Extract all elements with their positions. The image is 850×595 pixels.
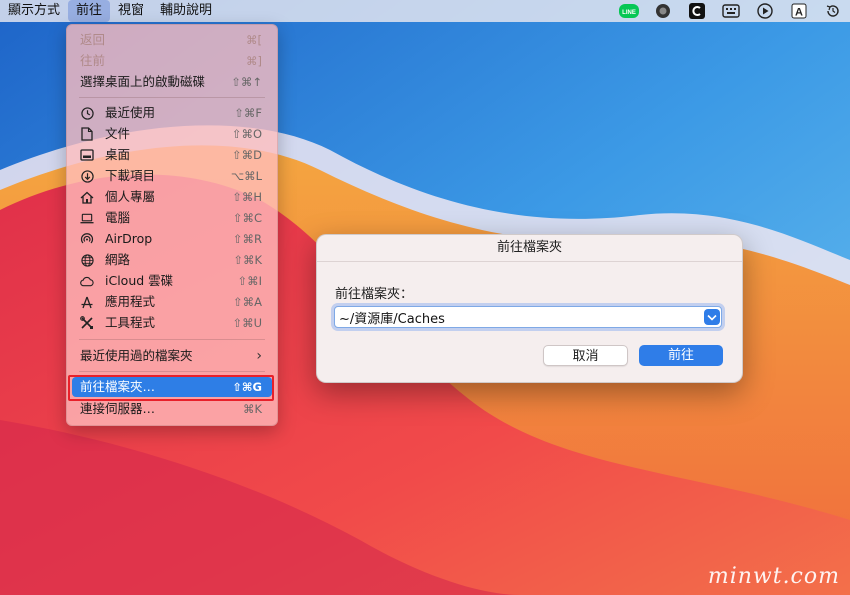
menu-item-computer[interactable]: 電腦 ⇧⌘C [72,208,272,228]
go-button[interactable]: 前往 [639,345,723,366]
menu-item-recent-folders[interactable]: 最近使用過的檔案夾 › [72,346,272,366]
menu-item-startup-disk[interactable]: 選擇桌面上的啟動磁碟 ⇧⌘↑ [72,72,272,92]
svg-text:A: A [795,7,803,19]
download-icon [80,169,94,183]
laptop-icon [80,211,94,225]
watermark: minwt.com [707,564,840,589]
menu-separator [79,97,265,98]
submenu-chevron-icon: › [256,348,262,364]
menu-item-applications[interactable]: 應用程式 ⇧⌘A [72,292,272,312]
globe-icon [80,253,94,267]
menubar-item-help[interactable]: 輔助說明 [152,0,220,22]
menubar-item-view[interactable]: 顯示方式 [0,0,68,22]
chevron-down-icon [707,314,717,321]
utilities-icon [80,316,94,330]
input-method-icon[interactable]: A [782,0,816,22]
desktop-icon [80,148,94,162]
menu-item-forward[interactable]: 往前 ⌘] [72,51,272,71]
document-icon [80,127,94,141]
cancel-button[interactable]: 取消 [543,345,628,366]
record-icon[interactable] [646,0,680,22]
annotation-highlight-box [68,375,274,401]
menu-item-downloads[interactable]: 下載項目 ⌥⌘L [72,166,272,186]
menu-bar: 顯示方式 前往 視窗 輔助說明 LINE A [0,0,850,22]
folder-path-input[interactable] [334,306,722,328]
keyboard-icon[interactable] [714,0,748,22]
home-icon [80,190,94,204]
menu-separator [79,339,265,340]
clipboard-app-icon[interactable] [680,0,714,22]
status-tray: LINE A [612,0,850,22]
menu-item-connect-server[interactable]: 連接伺服器… ⌘K [72,399,272,419]
go-menu-dropdown: 返回 ⌘[ 往前 ⌘] 選擇桌面上的啟動磁碟 ⇧⌘↑ 最近使用 ⇧⌘F 文件 ⇧… [66,24,278,426]
menu-item-airdrop[interactable]: AirDrop ⇧⌘R [72,229,272,249]
menu-item-network[interactable]: 網路 ⇧⌘K [72,250,272,270]
menu-item-icloud-drive[interactable]: iCloud 雲碟 ⇧⌘I [72,271,272,291]
menu-item-documents[interactable]: 文件 ⇧⌘O [72,124,272,144]
clock-icon [80,106,94,120]
menu-item-utilities[interactable]: 工具程式 ⇧⌘U [72,313,272,333]
airdrop-icon [80,232,94,246]
menu-item-recents[interactable]: 最近使用 ⇧⌘F [72,103,272,123]
menu-item-desktop[interactable]: 桌面 ⇧⌘D [72,145,272,165]
cloud-icon [80,274,94,288]
menu-item-home[interactable]: 個人專屬 ⇧⌘H [72,187,272,207]
menubar-item-window[interactable]: 視窗 [110,0,152,22]
dialog-label: 前往檔案夾： [335,287,414,302]
svg-text:LINE: LINE [622,10,636,16]
menubar-item-go[interactable]: 前往 [68,0,111,22]
dialog-title: 前往檔案夾 [317,235,742,262]
line-app-icon[interactable]: LINE [612,0,646,22]
menu-item-back[interactable]: 返回 ⌘[ [72,30,272,50]
menu-separator [79,371,265,372]
applications-icon [80,295,94,309]
time-machine-icon[interactable] [816,0,850,22]
path-history-dropdown[interactable] [704,309,720,325]
play-icon[interactable] [748,0,782,22]
go-to-folder-dialog: 前往檔案夾 前往檔案夾： 取消 前往 [316,234,743,383]
